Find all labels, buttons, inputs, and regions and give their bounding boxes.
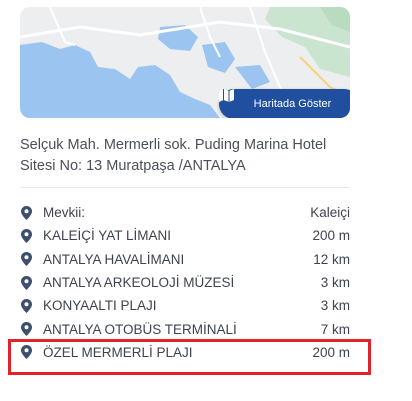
location-distance: Kaleiçi [310,205,350,221]
location-row: Mevkii: Kaleiçi [20,201,350,224]
highlight-box [8,339,371,375]
location-row: ANTALYA OTOBÜS TERMİNALİ 7 km [20,317,350,340]
show-on-map-button[interactable]: Haritada Göster [219,89,350,118]
location-pin-icon [21,205,32,220]
location-distance: 200 m [312,228,350,244]
location-name: ANTALYA HAVALİMANI [43,251,185,267]
location-name: KONYAALTI PLAJI [43,298,157,314]
location-pin-icon [21,275,32,290]
location-distance: 12 km [313,251,350,267]
location-row: ANTALYA HAVALİMANI 12 km [20,248,350,271]
location-distance: 3 km [320,298,350,314]
location-pin-icon [21,298,32,313]
location-distance: 7 km [320,321,350,337]
location-pin-icon [21,252,32,267]
divider [20,187,350,188]
address-line-1: Selçuk Mah. Mermerli sok. Puding Marina … [20,137,327,153]
location-name: ANTALYA OTOBÜS TERMİNALİ [43,321,237,337]
location-pin-icon [21,322,32,337]
hotel-address: Selçuk Mah. Mermerli sok. Puding Marina … [20,135,360,177]
location-row: ANTALYA ARKEOLOJİ MÜZESİ 3 km [20,271,350,294]
location-row: KONYAALTI PLAJI 3 km [20,294,350,317]
address-line-2: Sitesi No: 13 Muratpaşa /ANTALYA [20,158,246,174]
location-distance: 3 km [320,275,350,291]
location-pin-icon [21,228,32,243]
location-map[interactable]: Haritada Göster [20,7,350,118]
location-name: Mevkii: [43,205,86,221]
show-on-map-label: Haritada Göster [253,98,332,110]
location-row: KALEİÇİ YAT LİMANI 200 m [20,224,350,247]
location-name: KALEİÇİ YAT LİMANI [43,228,172,244]
location-name: ANTALYA ARKEOLOJİ MÜZESİ [43,275,235,291]
